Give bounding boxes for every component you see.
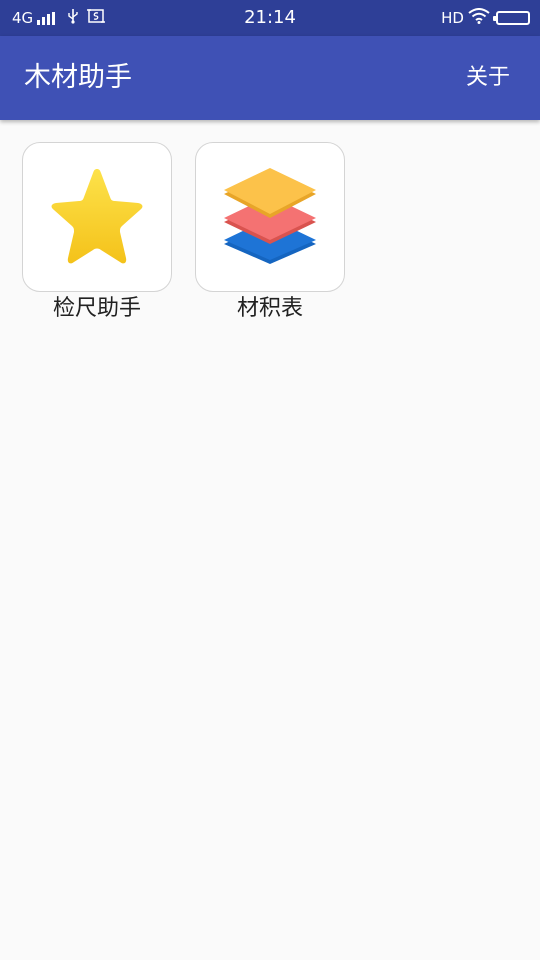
battery-icon — [493, 11, 530, 25]
tile-icon-box[interactable] — [22, 142, 172, 292]
about-button[interactable]: 关于 — [466, 36, 510, 120]
app-title: 木材助手 — [24, 62, 132, 93]
tile-label: 材积表 — [236, 296, 303, 321]
wifi-icon — [468, 8, 490, 28]
feature-grid: 检尺助手 材积表 — [22, 142, 368, 324]
tile-label: 检尺助手 — [52, 296, 141, 321]
tile-scaling-assistant[interactable]: 检尺助手 — [22, 142, 172, 324]
status-bar: 4G 21:14 HD — [0, 0, 540, 36]
tile-icon-box[interactable] — [195, 142, 345, 292]
hd-label: HD — [441, 9, 464, 27]
layers-icon — [224, 168, 316, 264]
app-bar: 木材助手 关于 — [0, 36, 540, 120]
star-icon — [51, 169, 143, 264]
tile-volume-table[interactable]: 材积表 — [195, 142, 345, 324]
status-right: HD — [441, 0, 530, 36]
